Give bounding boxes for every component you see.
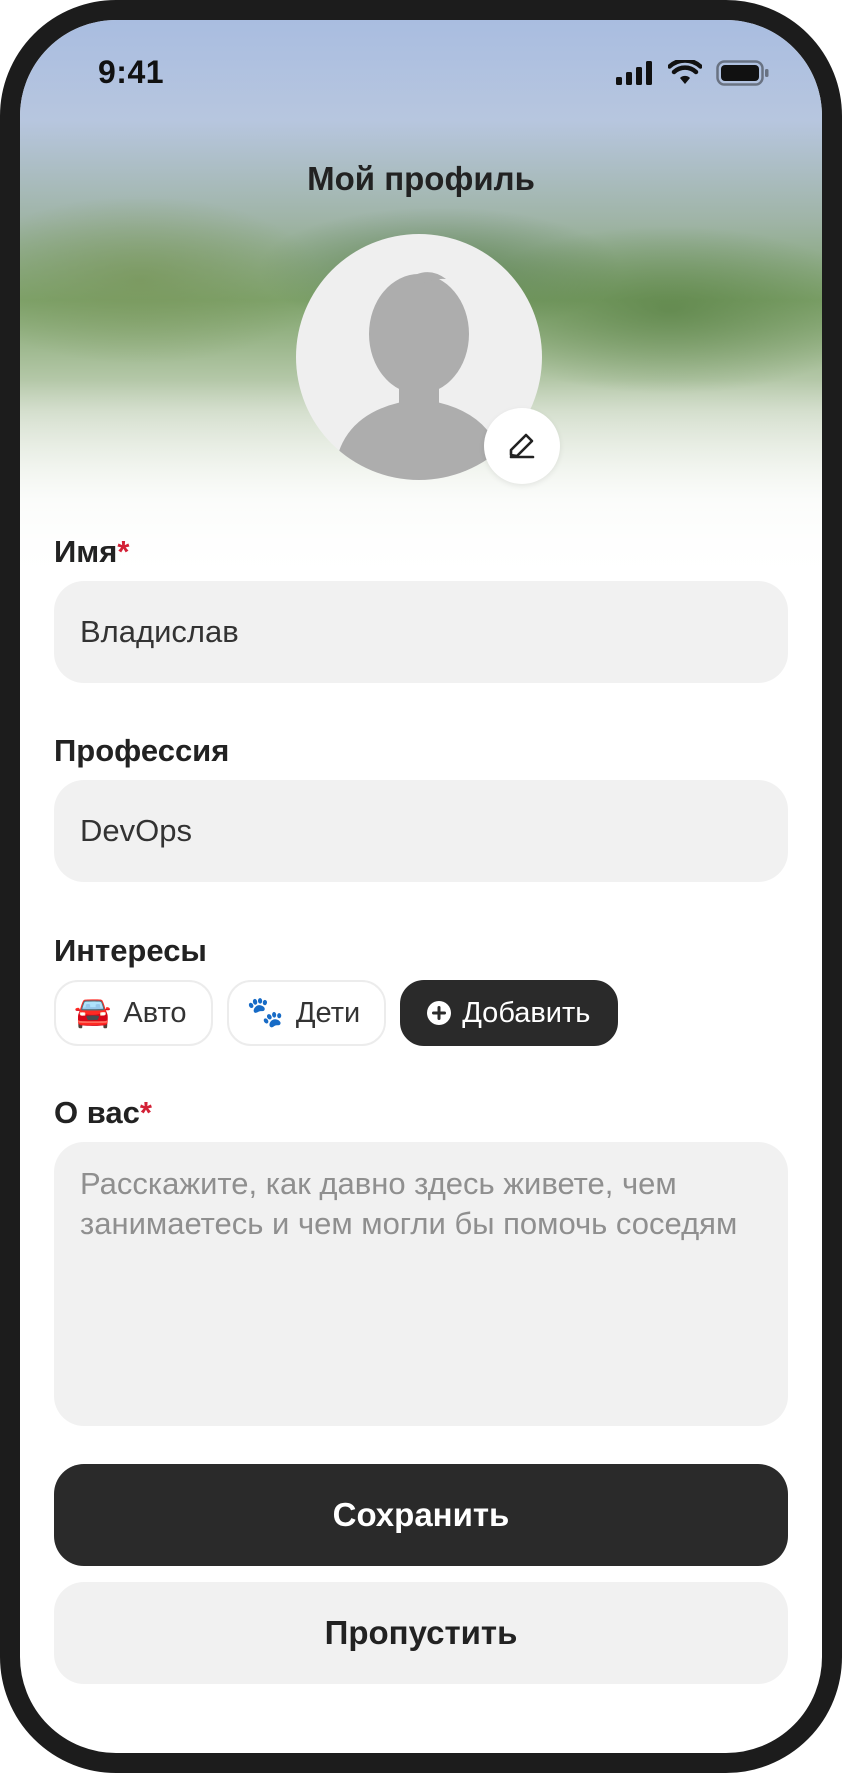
page-title: Мой профиль [307,160,535,197]
status-time: 9:41 [98,54,165,90]
status-icons [616,60,770,86]
interests-label: Интересы [54,933,207,968]
about-textarea[interactable]: Расскажите, как давно здесь живете, чем … [54,1142,788,1426]
about-placeholder: Расскажите, как давно здесь живете, чем … [80,1166,738,1241]
interest-chip-auto[interactable]: 🚘 Авто [54,980,213,1046]
interest-chip-label: Авто [123,996,187,1029]
save-button[interactable]: Сохранить [54,1464,788,1566]
battery-icon [716,60,769,86]
about-label-text: О вас [54,1095,140,1130]
name-value: Владислав [80,614,239,649]
interests-chips: 🚘 Авто 🐾 Дети Добавить [54,980,619,1046]
skip-button[interactable]: Пропустить [54,1582,788,1684]
required-mark: * [117,534,130,569]
profession-field[interactable]: DevOps [54,780,788,882]
avatar-container [296,234,560,484]
name-label-text: Имя [54,534,118,569]
name-label: Имя* [54,534,129,570]
plus-circle-icon [427,1001,452,1025]
add-interest-label: Добавить [462,996,591,1029]
required-mark: * [139,1095,152,1130]
profession-value: DevOps [80,813,192,848]
add-interest-button[interactable]: Добавить [400,980,619,1046]
pencil-icon [509,433,535,459]
name-field[interactable]: Владислав [54,581,788,683]
about-label: О вас* [54,1095,152,1131]
paw-icon: 🐾 [246,996,284,1029]
signal-icon [616,61,652,85]
phone-frame: 9:41 Мой профиль Имя* Владислав Професси… [0,0,842,1773]
edit-avatar-button[interactable] [484,408,560,484]
car-icon: 🚘 [74,996,112,1029]
interest-chip-kids[interactable]: 🐾 Дети [226,980,387,1046]
interest-chip-label: Дети [295,996,361,1029]
profession-label: Профессия [54,733,230,768]
wifi-icon [668,60,702,84]
